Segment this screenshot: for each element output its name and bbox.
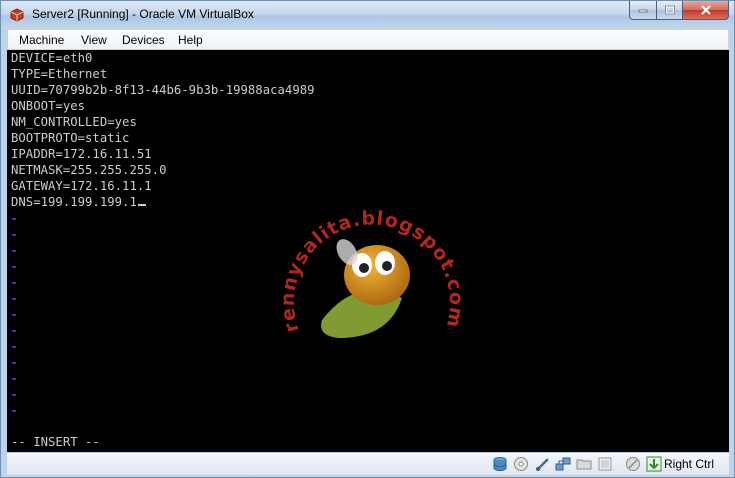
text-cursor <box>137 204 146 206</box>
tilde-marker <box>12 394 16 396</box>
console-line: NM_CONTROLLED=yes <box>11 115 137 129</box>
shared-folders-icon[interactable] <box>576 456 592 472</box>
console-line-with-cursor: DNS=199.199.199.1 <box>11 194 146 210</box>
host-key-label: Right Ctrl <box>664 457 715 471</box>
tilde-marker <box>12 218 16 220</box>
menu-help[interactable]: Help <box>178 33 203 47</box>
console-line: GATEWAY=172.16.11.1 <box>11 179 152 193</box>
console-line: NETMASK=255.255.255.0 <box>11 163 167 177</box>
minimize-icon <box>638 9 648 13</box>
maximize-button[interactable] <box>656 1 683 20</box>
vim-mode-indicator: -- INSERT -- <box>11 435 100 449</box>
mouse-integration-icon[interactable] <box>625 456 641 472</box>
tilde-marker <box>12 410 16 412</box>
menu-bar: Machine View Devices Help <box>7 29 729 50</box>
hard-disk-icon[interactable] <box>492 456 508 472</box>
console-line: BOOTPROTO=static <box>11 131 130 145</box>
console-line: TYPE=Ethernet <box>11 67 108 81</box>
usb-icon[interactable] <box>534 456 550 472</box>
window-title: Server2 [Running] - Oracle VM VirtualBox <box>32 7 254 21</box>
vm-console-screen[interactable]: DEVICE=eth0 TYPE=Ethernet UUID=70799b2b-… <box>7 50 729 452</box>
tilde-marker <box>12 362 16 364</box>
tilde-marker <box>12 234 16 236</box>
display-icon[interactable] <box>597 456 613 472</box>
menu-devices[interactable]: Devices <box>122 33 165 47</box>
tilde-marker <box>12 250 16 252</box>
console-line: DEVICE=eth0 <box>11 51 93 65</box>
tilde-marker <box>12 314 16 316</box>
console-line: UUID=70799b2b-8f13-44b6-9b3b-19988aca498… <box>11 83 315 97</box>
optical-drive-icon[interactable] <box>513 456 529 472</box>
blog-watermark: rennysalita.blogspot.com <box>277 207 466 338</box>
tilde-marker <box>12 330 16 332</box>
console-line: IPADDR=172.16.11.51 <box>11 147 152 161</box>
virtualbox-window: Server2 [Running] - Oracle VM VirtualBox… <box>0 0 735 478</box>
minimize-button[interactable] <box>629 1 657 20</box>
host-key-arrow-icon <box>646 456 662 472</box>
status-bar: Right Ctrl <box>7 452 729 475</box>
close-icon <box>700 5 711 15</box>
virtualbox-app-icon <box>10 8 24 22</box>
menu-machine[interactable]: Machine <box>19 33 64 47</box>
menu-view[interactable]: View <box>81 33 107 47</box>
tilde-marker <box>12 378 16 380</box>
console-line-text: DNS=199.199.199.1 <box>11 195 137 209</box>
tilde-marker <box>12 282 16 284</box>
console-line: ONBOOT=yes <box>11 99 86 113</box>
close-button[interactable] <box>682 1 729 20</box>
title-bar[interactable]: Server2 [Running] - Oracle VM VirtualBox <box>1 1 734 29</box>
tilde-marker <box>12 298 16 300</box>
maximize-icon <box>664 5 675 15</box>
tilde-marker <box>12 266 16 268</box>
tilde-marker <box>12 346 16 348</box>
network-icon[interactable] <box>555 456 571 472</box>
